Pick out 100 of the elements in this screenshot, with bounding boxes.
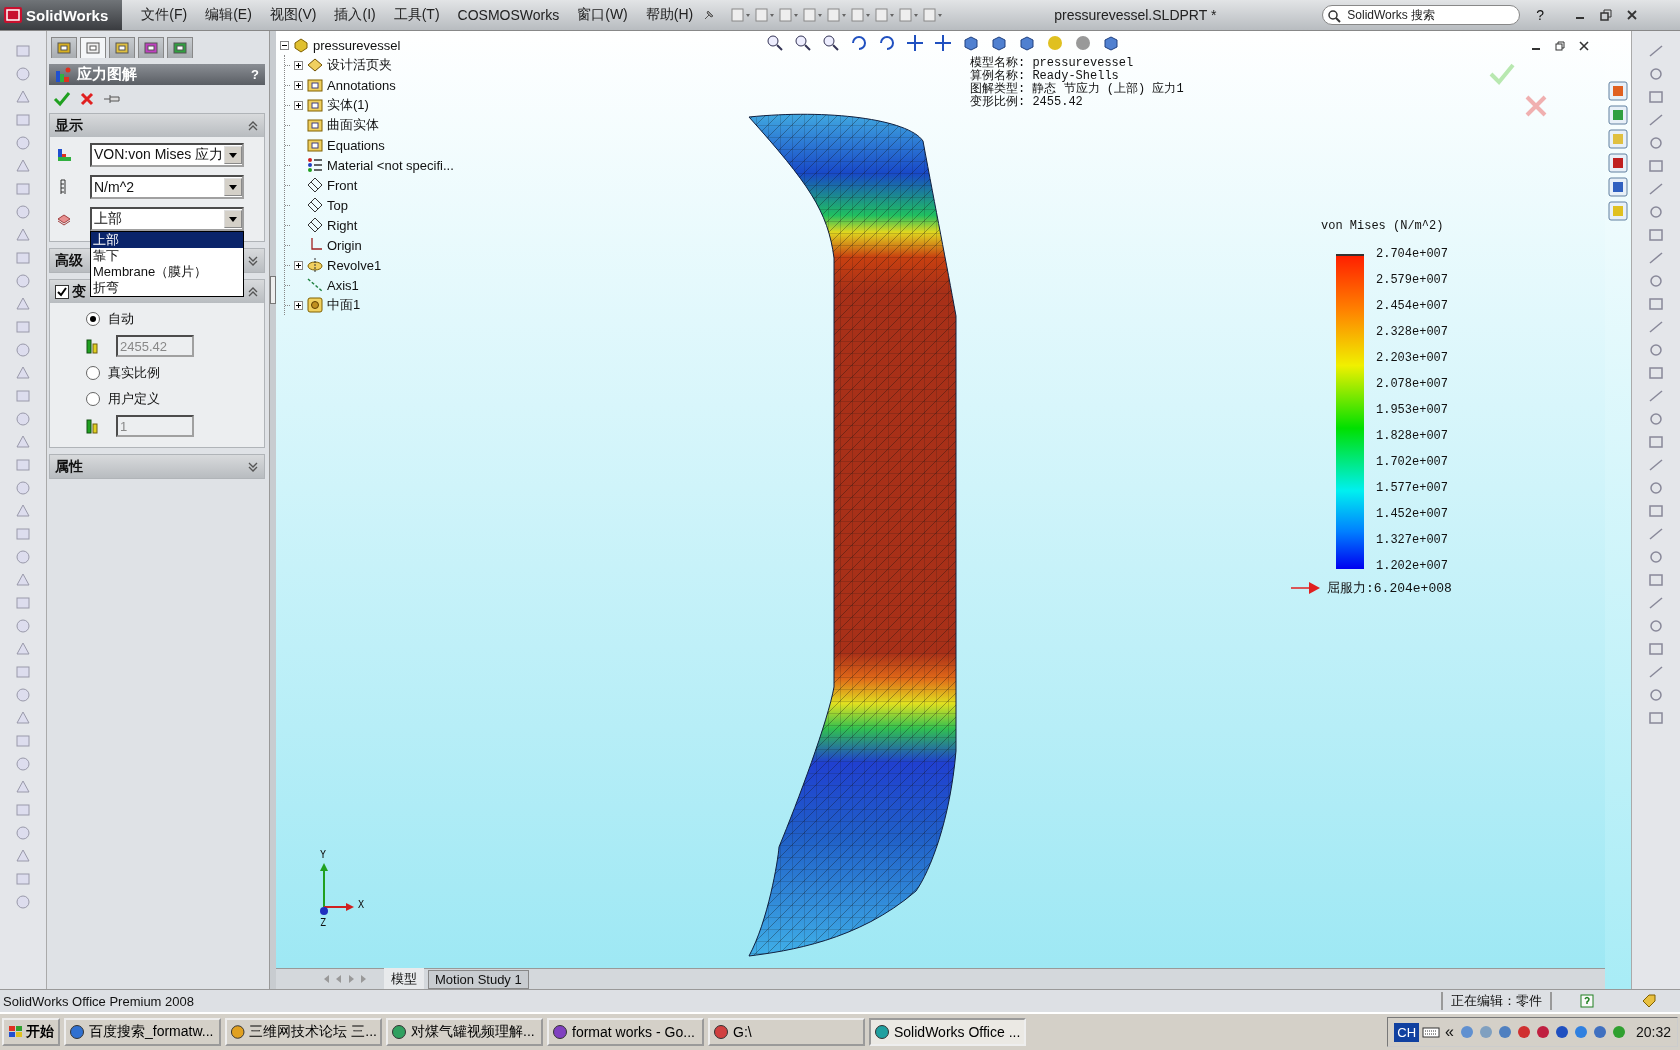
taskbar-button[interactable]: SolidWorks Office ... <box>869 1018 1026 1046</box>
zoom-icon[interactable] <box>766 34 784 52</box>
sketch-tool-icon[interactable] <box>1647 549 1665 565</box>
tab-scroll-arrow-icon[interactable] <box>346 973 356 985</box>
cube-icon[interactable] <box>962 34 980 52</box>
expand-toggle[interactable] <box>294 300 303 310</box>
tab-scroll-arrow-icon[interactable] <box>334 973 344 985</box>
tree-item[interactable]: Equations <box>327 137 385 153</box>
app-logo[interactable]: SolidWorks <box>0 0 123 30</box>
rotate-icon[interactable] <box>878 34 896 52</box>
taskbar-button[interactable]: 三维网技术论坛 三... <box>225 1018 382 1046</box>
sketch-tool-icon[interactable] <box>1647 89 1665 105</box>
sketch-tool-icon[interactable] <box>1647 365 1665 381</box>
sketch-tool-icon[interactable] <box>1647 112 1665 128</box>
tree-item[interactable]: Revolve1 <box>327 257 382 273</box>
sketch-tool-icon[interactable] <box>1647 526 1665 542</box>
sketch-tool-icon[interactable] <box>1647 480 1665 496</box>
tree-item[interactable]: Right <box>327 217 358 233</box>
search-field[interactable]: SolidWorks 搜索 <box>1322 5 1521 25</box>
language-indicator[interactable]: CH <box>1394 1022 1420 1042</box>
menu-item[interactable]: 文件(F) <box>132 6 197 24</box>
help-button[interactable]: ? <box>1536 7 1545 23</box>
tree-item[interactable]: Material <not specifi... <box>327 157 454 173</box>
sketch-tool-icon[interactable] <box>1647 641 1665 657</box>
pan-icon[interactable] <box>934 34 952 52</box>
restore-icon[interactable] <box>1555 41 1565 51</box>
sheet-tab[interactable]: 模型 <box>384 968 424 990</box>
dropdown[interactable]: VON:von Mises 应力 <box>90 143 244 167</box>
folder-icon[interactable] <box>1608 129 1628 149</box>
sketch-tool-icon[interactable] <box>1647 227 1665 243</box>
keyboard-icon[interactable] <box>1422 1025 1441 1039</box>
tree-item[interactable]: pressurevessel <box>313 37 401 53</box>
pan-icon[interactable] <box>906 34 924 52</box>
sketch-tool-icon[interactable] <box>1647 181 1665 197</box>
cube-icon[interactable] <box>990 34 1008 52</box>
sketch-tool-icon[interactable] <box>1647 296 1665 312</box>
radio-option[interactable]: 用户定义 <box>86 389 244 409</box>
menu-item[interactable]: 工具(T) <box>384 6 449 24</box>
tab-scroll-arrow-icon[interactable] <box>358 973 368 985</box>
rotate-icon[interactable] <box>850 34 868 52</box>
panel-tab[interactable] <box>138 37 164 58</box>
sketch-tool-icon[interactable] <box>1647 66 1665 82</box>
sketch-tool-icon[interactable] <box>1647 434 1665 450</box>
menu-item[interactable]: 编辑(E) <box>196 6 261 24</box>
sphere-icon[interactable] <box>1046 34 1064 52</box>
expand-toggle[interactable] <box>294 80 303 90</box>
restore-icon[interactable] <box>1600 9 1613 21</box>
tree-item[interactable]: Annotations <box>327 77 396 93</box>
sketch-tool-icon[interactable] <box>1647 457 1665 473</box>
sheet-tab[interactable]: Motion Study 1 <box>428 969 529 989</box>
sketch-tool-icon[interactable] <box>1647 273 1665 289</box>
cube-icon[interactable] <box>1018 34 1036 52</box>
checkmark-icon[interactable] <box>53 91 71 107</box>
radio-option[interactable]: 真实比例 <box>86 363 244 383</box>
sketch-tool-icon[interactable] <box>1647 687 1665 703</box>
radio-button[interactable] <box>86 366 100 380</box>
tree-item[interactable]: Axis1 <box>327 277 359 293</box>
splitter-handle[interactable] <box>270 276 276 304</box>
panel-tab[interactable] <box>51 37 77 58</box>
close-icon[interactable] <box>1626 9 1639 21</box>
tree-item[interactable]: 中面1 <box>327 296 361 314</box>
dropdown-option[interactable]: 靠下 <box>91 248 243 264</box>
panel-tab[interactable] <box>80 37 106 58</box>
taskbar-button[interactable]: 对煤气罐视频理解... <box>386 1018 543 1046</box>
menu-item[interactable]: 帮助(H) <box>636 6 703 24</box>
panel-tab[interactable] <box>167 37 193 58</box>
menu-item[interactable]: COSMOSWorks <box>448 7 569 23</box>
sketch-tool-icon[interactable] <box>1647 411 1665 427</box>
group-header[interactable]: 显示 <box>50 114 264 137</box>
dropdown-option[interactable]: 折弯 <box>91 280 243 296</box>
tab-scroll-arrow-icon[interactable] <box>322 973 332 985</box>
dropdown[interactable]: 上部 <box>90 207 244 231</box>
pushpin-icon[interactable] <box>103 92 123 106</box>
expand-toggle[interactable] <box>294 60 303 70</box>
sketch-tool-icon[interactable] <box>1647 710 1665 726</box>
sketch-tool-icon[interactable] <box>1647 43 1665 59</box>
zoom-icon[interactable] <box>794 34 812 52</box>
cube-icon[interactable] <box>1102 34 1120 52</box>
tree-item[interactable]: 曲面实体 <box>327 116 379 134</box>
radio-button[interactable] <box>86 312 100 326</box>
sketch-tool-icon[interactable] <box>1647 158 1665 174</box>
checkbox[interactable] <box>55 284 69 299</box>
sphere-icon[interactable] <box>1074 34 1092 52</box>
tree-item[interactable]: 设计活页夹 <box>327 56 392 74</box>
taskbar-button[interactable]: 百度搜索_formatw... <box>64 1018 221 1046</box>
sketch-tool-icon[interactable] <box>1647 250 1665 266</box>
panel-tab[interactable] <box>109 37 135 58</box>
dropdown-option[interactable]: 上部 <box>91 232 243 248</box>
sketch-tool-icon[interactable] <box>1647 319 1665 335</box>
start-button[interactable]: 开始 <box>2 1018 60 1046</box>
tree-item[interactable]: Origin <box>327 237 362 253</box>
taskbar-button[interactable]: format works - Go... <box>547 1018 704 1046</box>
radio-button[interactable] <box>86 392 100 406</box>
radio-option[interactable]: 自动 <box>86 309 244 329</box>
sketch-tool-icon[interactable] <box>1647 388 1665 404</box>
expand-toggle[interactable] <box>280 40 289 50</box>
menu-item[interactable]: 插入(I) <box>325 6 385 24</box>
tree-item[interactable]: Front <box>327 177 358 193</box>
sketch-tool-icon[interactable] <box>1647 342 1665 358</box>
tree-item[interactable]: 实体(1) <box>327 96 369 114</box>
